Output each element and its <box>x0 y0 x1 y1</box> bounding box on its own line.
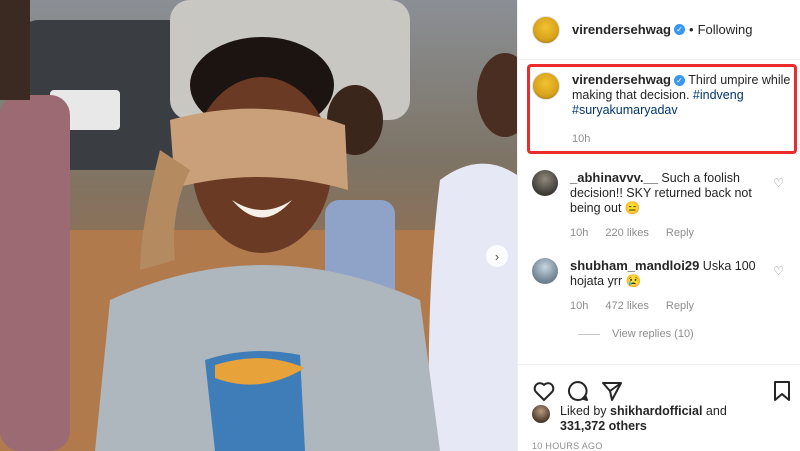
comment-meta: 10h 220 likes Reply <box>570 226 775 241</box>
comment-likes[interactable]: 220 likes <box>605 227 648 239</box>
share-icon[interactable] <box>600 379 624 403</box>
right-child-head <box>477 53 517 137</box>
comment-body: _abhinavvv.__ Such a foolish decision!! … <box>570 170 775 241</box>
header-username[interactable]: virendersehwag <box>572 22 671 37</box>
avatar[interactable] <box>532 15 560 44</box>
avatar[interactable] <box>532 405 550 423</box>
post-header: virendersehwag ✓ • Following <box>518 0 800 60</box>
verified-badge-icon: ✓ <box>674 75 685 86</box>
liked-by-text: Liked by shikhardofficial and 331,372 ot… <box>560 404 727 434</box>
header-user-info: virendersehwag ✓ • Following <box>572 22 752 37</box>
heart-icon[interactable] <box>532 379 556 403</box>
liked-by-and: and <box>705 404 727 418</box>
caption-time: 10h <box>572 133 591 145</box>
reply-button[interactable]: Reply <box>666 300 694 312</box>
post-timestamp: 10 HOURS AGO <box>532 441 603 451</box>
comment-time: 10h <box>570 227 589 239</box>
comment-body: shubham_mandloi29 Uska 100 hojata yrr 😢 … <box>570 258 775 314</box>
carousel-next-button[interactable]: › <box>486 245 508 267</box>
caption-meta: 10h <box>572 132 792 147</box>
comment-username[interactable]: shubham_mandloi29 <box>570 258 699 273</box>
view-replies-button[interactable]: View replies (10) <box>578 328 694 340</box>
liked-by-prefix: Liked by <box>560 404 607 418</box>
view-replies-label: View replies (10) <box>612 328 694 340</box>
post-side-panel: virendersehwag ✓ • Following virenderseh… <box>517 0 800 451</box>
comment-username[interactable]: _abhinavvv.__ <box>570 170 658 185</box>
post-photo[interactable]: › <box>0 0 517 451</box>
comment-like-heart-icon[interactable]: ♡ <box>773 264 784 278</box>
chevron-right-icon: › <box>494 248 500 264</box>
caption: virendersehwag ✓ Third umpire while makin… <box>532 72 792 147</box>
comment-icon[interactable] <box>566 379 590 403</box>
verified-badge-icon: ✓ <box>674 24 685 35</box>
hashtag-link[interactable]: #indveng <box>693 88 744 102</box>
comment-meta: 10h 472 likes Reply <box>570 299 775 314</box>
caption-username[interactable]: virendersehwag <box>572 72 671 87</box>
avatar[interactable] <box>532 72 560 100</box>
following-button[interactable]: Following <box>698 22 753 37</box>
caption-body: virendersehwag ✓ Third umpire while makin… <box>572 72 792 147</box>
left-child-arm <box>0 0 30 100</box>
liked-by-others-link[interactable]: 331,372 others <box>560 419 647 433</box>
view-replies-line <box>578 333 600 335</box>
header-separator: • <box>689 22 694 37</box>
left-child-dress <box>0 95 70 451</box>
comment-item: _abhinavvv.__ Such a foolish decision!! … <box>532 170 792 241</box>
hashtag-link[interactable]: #suryakumaryadav <box>572 103 678 117</box>
liked-by: Liked by shikhardofficial and 331,372 ot… <box>532 404 727 434</box>
right-child-dress <box>428 163 517 451</box>
comment-like-heart-icon[interactable]: ♡ <box>773 176 784 190</box>
comment-time: 10h <box>570 300 589 312</box>
reply-button[interactable]: Reply <box>666 227 694 239</box>
avatar[interactable] <box>532 170 558 196</box>
bookmark-icon[interactable] <box>770 379 794 403</box>
comment-likes[interactable]: 472 likes <box>605 300 648 312</box>
comment-item: shubham_mandloi29 Uska 100 hojata yrr 😢 … <box>532 258 792 314</box>
photo-illustration <box>0 0 517 451</box>
liked-by-user-link[interactable]: shikhardofficial <box>610 404 702 418</box>
avatar[interactable] <box>532 258 558 284</box>
